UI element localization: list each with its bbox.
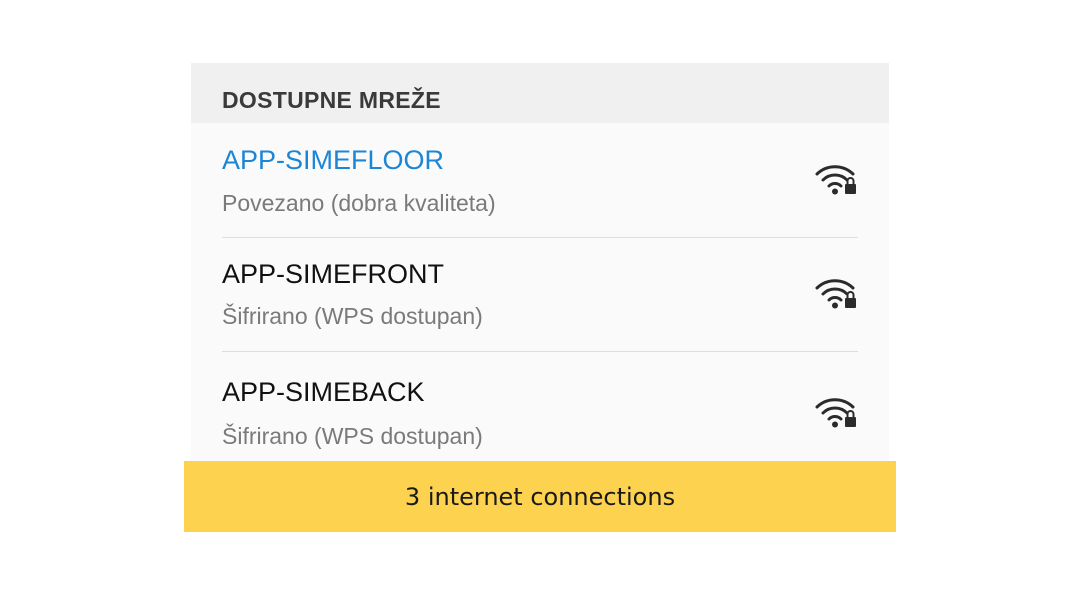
wifi-lock-icon [815,398,856,428]
wifi-networks-panel: DOSTUPNE MREŽE APP-SIMEFLOOR Povezano (d… [191,63,889,463]
connections-count-banner: 3 internet connections [184,461,896,532]
network-status: Šifrirano (WPS dostupan) [222,303,483,329]
network-item-simefront[interactable]: APP-SIMEFRONT Šifrirano (WPS dostupan) [191,237,889,351]
wifi-lock-icon [815,165,856,195]
network-status: Povezano (dobra kvaliteta) [222,190,496,216]
network-item-simefloor[interactable]: APP-SIMEFLOOR Povezano (dobra kvaliteta) [191,123,889,237]
banner-text: 3 internet connections [404,482,676,511]
network-status: Šifrirano (WPS dostupan) [222,423,483,449]
network-name: APP-SIMEFRONT [222,259,445,289]
network-list: APP-SIMEFLOOR Povezano (dobra kvaliteta)… [191,123,889,465]
section-header-available-networks: DOSTUPNE MREŽE [191,63,889,123]
network-item-simeback[interactable]: APP-SIMEBACK Šifrirano (WPS dostupan) [191,351,889,465]
network-name: APP-SIMEFLOOR [222,145,445,175]
network-name: APP-SIMEBACK [222,377,425,407]
wifi-lock-icon [815,279,856,309]
